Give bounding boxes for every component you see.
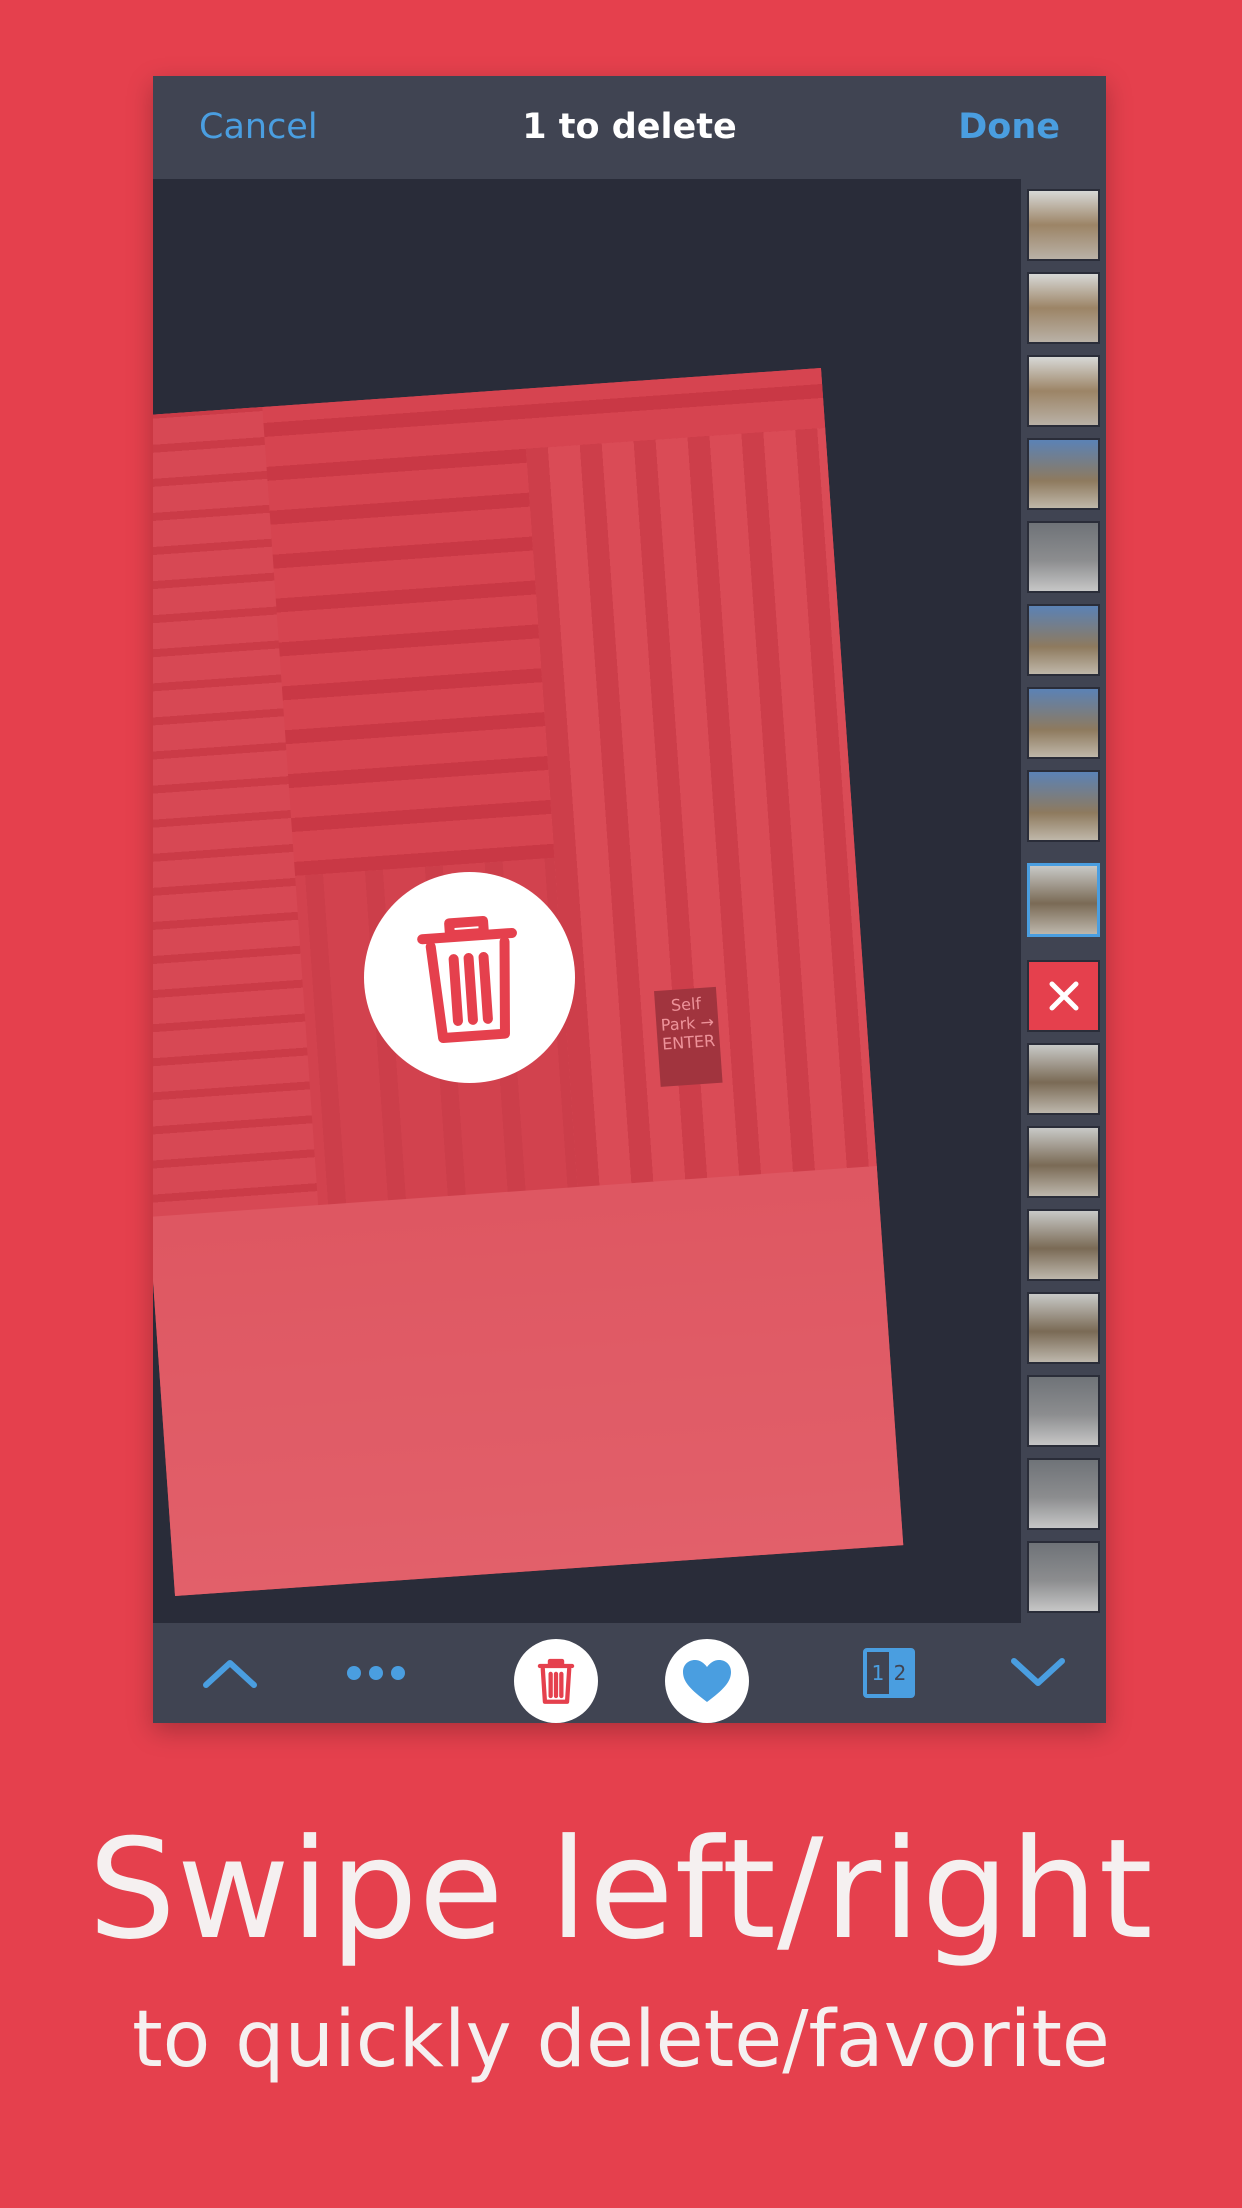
cancel-button[interactable]: Cancel <box>199 76 318 179</box>
phone-frame: 1 to delete Cancel Done Self Park → ENTE… <box>153 76 1106 1723</box>
thumbnail-marked-delete[interactable] <box>1027 960 1100 1032</box>
thumbnail-selected[interactable] <box>1027 863 1100 937</box>
favorite-button[interactable] <box>665 1639 749 1723</box>
close-icon <box>1049 981 1078 1011</box>
trash-icon <box>537 1658 575 1704</box>
thumbnail[interactable] <box>1027 1043 1100 1115</box>
more-icon <box>347 1666 405 1680</box>
done-button[interactable]: Done <box>958 76 1060 179</box>
compare-right-label: 2 <box>889 1652 911 1694</box>
nav-bar: 1 to delete Cancel Done <box>153 76 1106 179</box>
thumbnail-strip[interactable] <box>1021 179 1106 1623</box>
marketing-subline: to quickly delete/favorite <box>132 1995 1110 2085</box>
marketing-headline: Swipe left/right <box>88 1809 1154 1970</box>
chevron-up-icon <box>203 1660 257 1688</box>
thumbnail[interactable] <box>1027 1375 1100 1447</box>
thumbnail[interactable] <box>1027 521 1100 593</box>
compare-left-label: 1 <box>871 1661 885 1685</box>
thumbnail[interactable] <box>1027 438 1100 510</box>
photo-viewer[interactable]: Self Park → ENTER <box>153 179 1021 1623</box>
compare-icon: 1 2 <box>863 1648 915 1698</box>
bottom-toolbar: 1 2 <box>153 1623 1106 1723</box>
next-button[interactable] <box>1003 1623 1073 1723</box>
thumbnail[interactable] <box>1027 355 1100 427</box>
thumbnail[interactable] <box>1027 1209 1100 1281</box>
thumbnail[interactable] <box>1027 189 1100 261</box>
more-button[interactable] <box>336 1623 416 1723</box>
thumbnail[interactable] <box>1027 1292 1100 1364</box>
thumbnail[interactable] <box>1027 1541 1100 1613</box>
chevron-down-icon <box>1011 1658 1065 1686</box>
thumbnail[interactable] <box>1027 1458 1100 1530</box>
thumbnail[interactable] <box>1027 687 1100 759</box>
compare-button[interactable]: 1 2 <box>859 1623 919 1723</box>
delete-indicator <box>364 872 575 1083</box>
thumbnail[interactable] <box>1027 272 1100 344</box>
trash-icon <box>416 915 517 1043</box>
thumbnail[interactable] <box>1027 604 1100 676</box>
heart-icon <box>683 1660 731 1702</box>
thumbnail[interactable] <box>1027 770 1100 842</box>
previous-button[interactable] <box>195 1623 265 1723</box>
thumbnail[interactable] <box>1027 1126 1100 1198</box>
delete-button[interactable] <box>514 1639 598 1723</box>
